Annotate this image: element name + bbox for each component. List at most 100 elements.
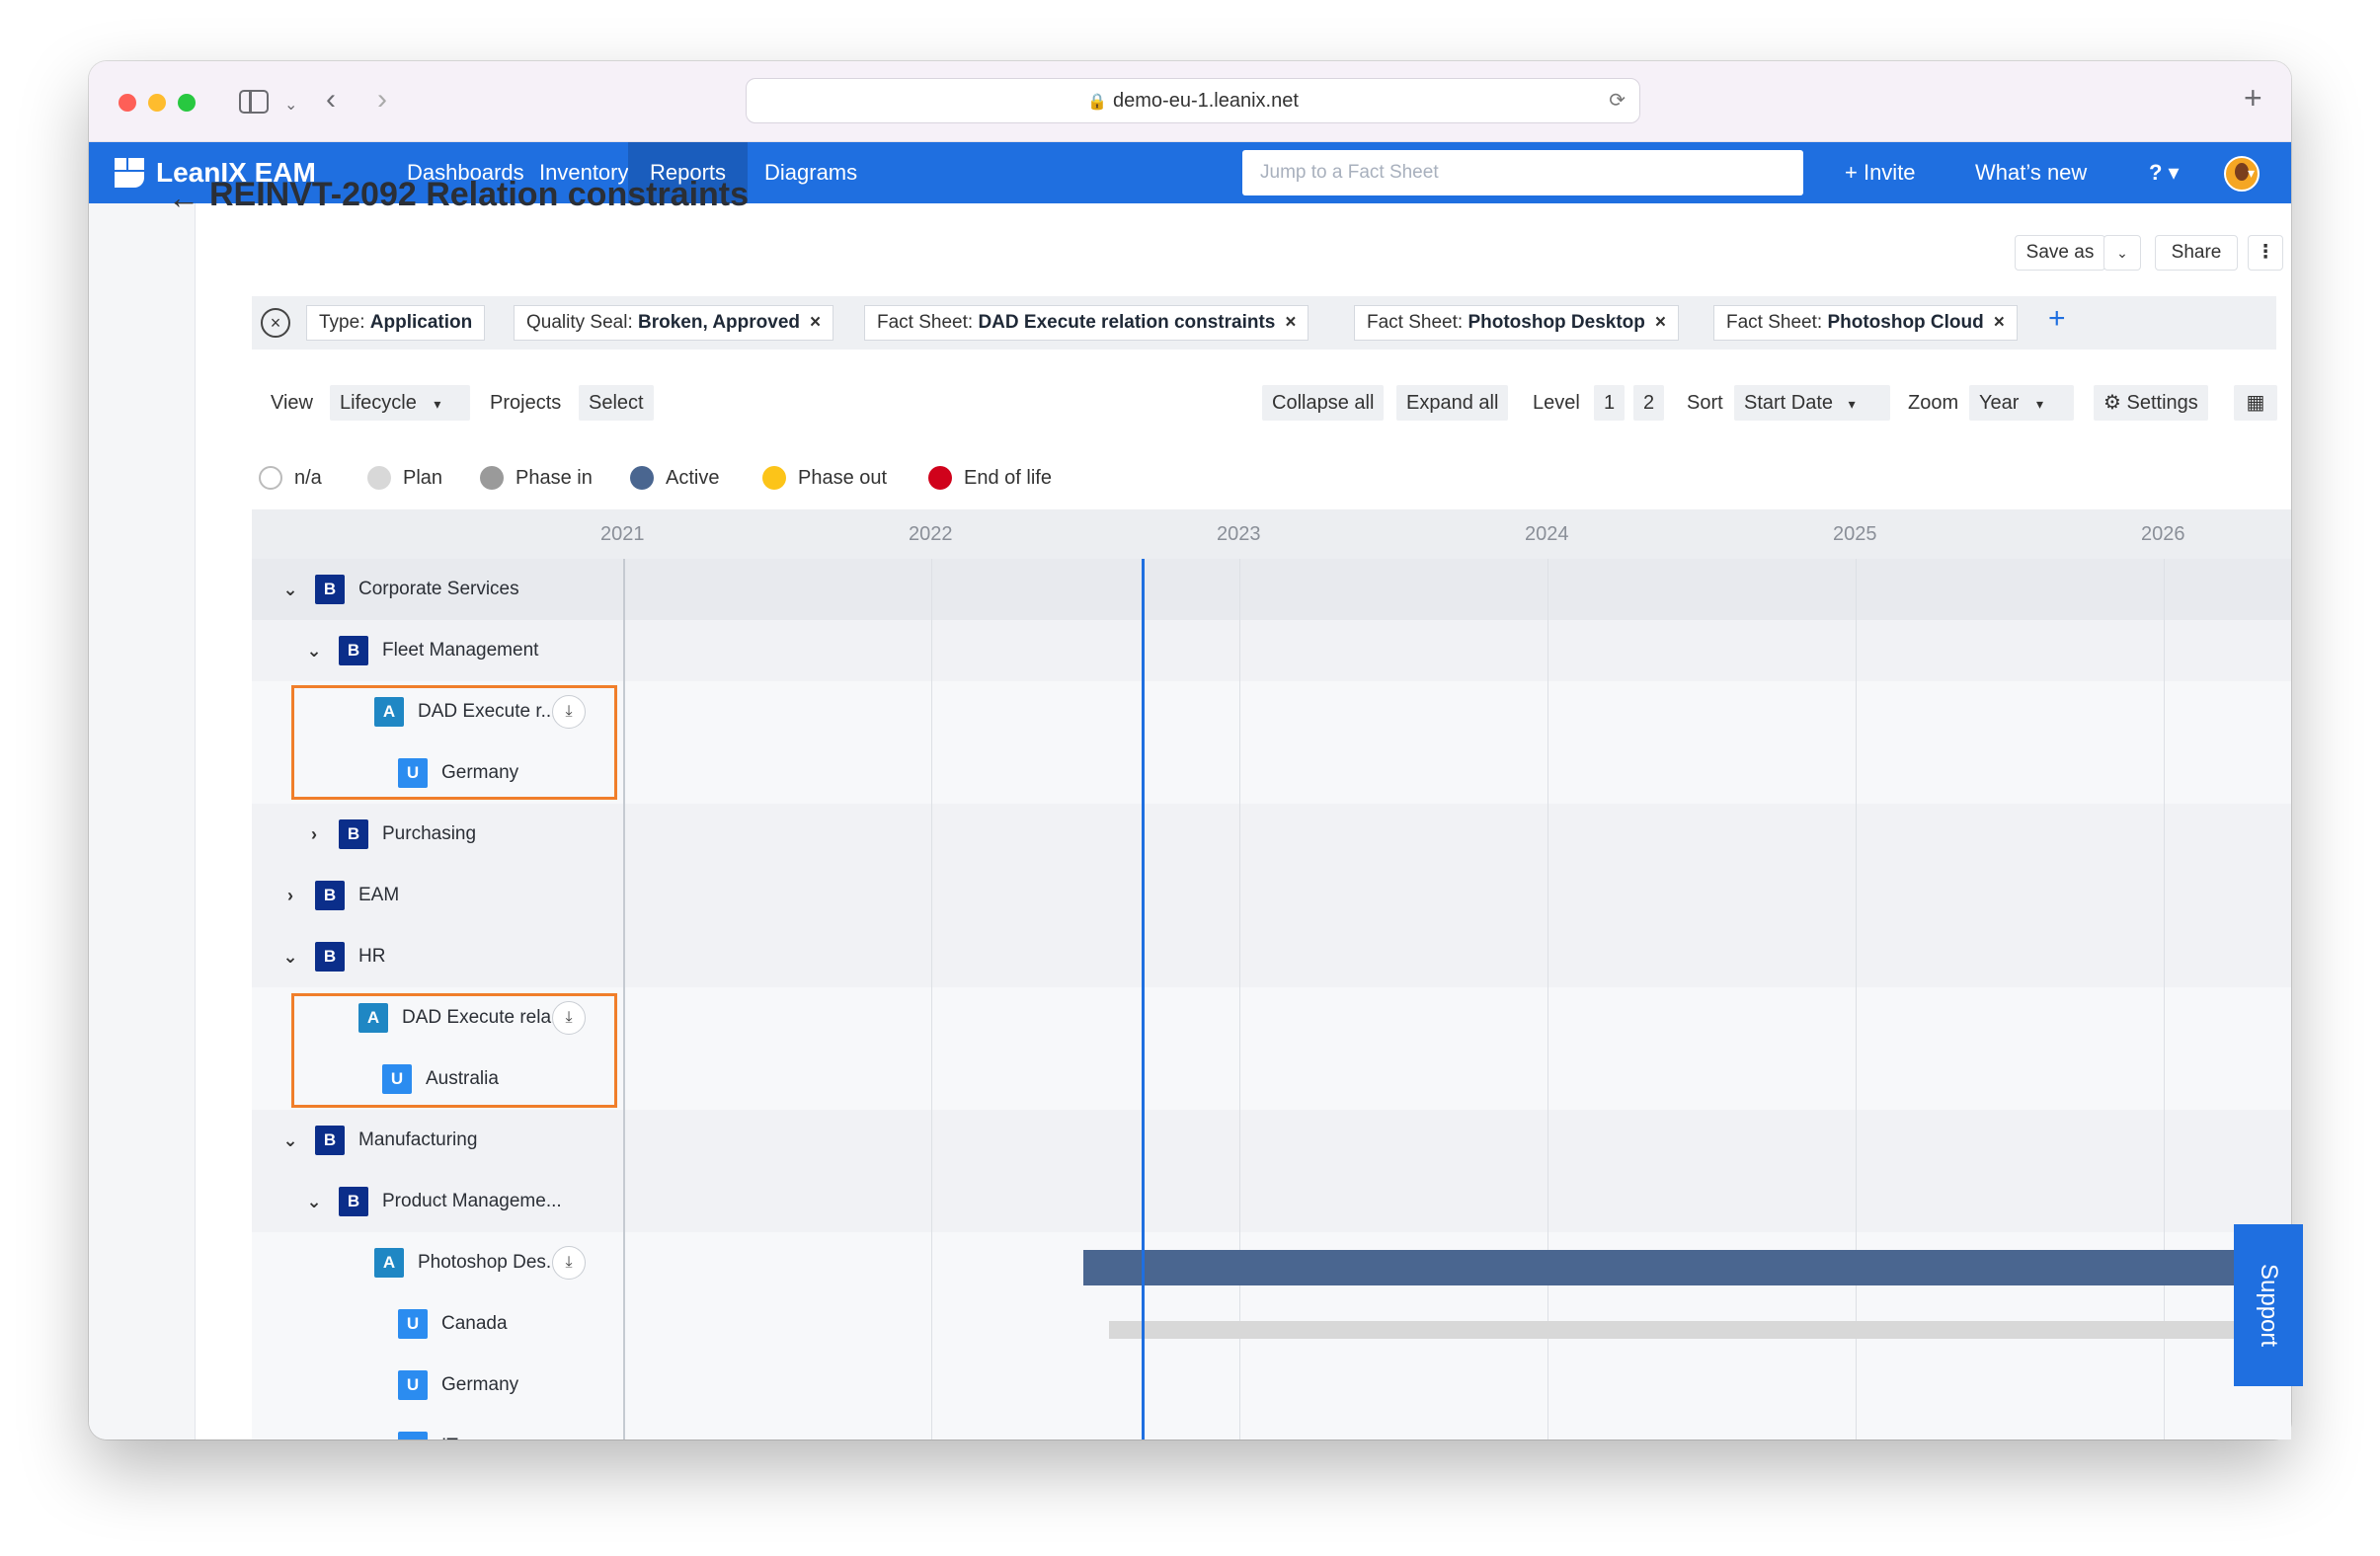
table-row[interactable]: ⌄ B Corporate Services bbox=[252, 559, 2291, 620]
sort-select[interactable]: Start Date ▾ bbox=[1734, 385, 1890, 421]
type-badge: B bbox=[315, 942, 345, 972]
chevron-down-icon: ▾ bbox=[2035, 396, 2044, 412]
row-label-text[interactable]: Purchasing bbox=[382, 823, 476, 845]
add-filter-icon[interactable]: + bbox=[2048, 302, 2066, 336]
filter-value: Broken, Approved bbox=[638, 312, 801, 333]
legend-phase-out: Phase out bbox=[762, 464, 887, 492]
forward-icon[interactable]: › bbox=[377, 85, 387, 115]
back-icon[interactable]: ‹ bbox=[326, 85, 336, 115]
gridline bbox=[1856, 559, 1857, 1439]
chevron-down-icon[interactable]: ⌄ bbox=[279, 947, 301, 968]
expand-all-button[interactable]: Expand all bbox=[1396, 385, 1509, 421]
jump-to-fact-sheet-input[interactable] bbox=[1242, 150, 1803, 195]
clear-filters-icon[interactable]: × bbox=[261, 308, 290, 338]
table-row[interactable]: ⌄ B Product Manageme... bbox=[252, 1171, 2291, 1232]
filter-chip-type[interactable]: Type: Application bbox=[306, 305, 486, 341]
share-button[interactable]: Share bbox=[2155, 235, 2238, 271]
legend-label: Plan bbox=[403, 466, 443, 489]
row-label-text[interactable]: HR bbox=[358, 946, 385, 968]
more-options-icon[interactable]: ⋮ bbox=[2248, 235, 2283, 271]
filter-value: DAD Execute relation constraints bbox=[978, 312, 1276, 333]
row-label: ⌄ B Corporate Services bbox=[279, 559, 519, 620]
close-window-button[interactable] bbox=[119, 94, 136, 112]
help-icon[interactable]: ? ▾ bbox=[2127, 142, 2201, 203]
legend-dot bbox=[630, 466, 654, 490]
remove-filter-icon[interactable]: × bbox=[1285, 312, 1296, 333]
invite-button[interactable]: + Invite bbox=[1823, 142, 1938, 203]
save-as-dropdown-chevron-icon[interactable]: ⌄ bbox=[2103, 235, 2141, 271]
legend-phase-in: Phase in bbox=[480, 464, 593, 492]
chevron-down-icon[interactable]: ⌄ bbox=[279, 1130, 301, 1151]
remove-filter-icon[interactable]: × bbox=[1994, 312, 2005, 333]
minimize-window-button[interactable] bbox=[148, 94, 166, 112]
save-as-button[interactable]: Save as bbox=[2015, 235, 2105, 271]
filter-chip-fact-sheet-photoshop-cloud[interactable]: Fact Sheet: Photoshop Cloud × bbox=[1713, 305, 2018, 341]
type-badge: A bbox=[374, 1248, 404, 1278]
table-row[interactable]: ⌄ B Fleet Management bbox=[252, 620, 2291, 681]
projects-select[interactable]: Select bbox=[579, 385, 654, 421]
filter-chip-quality-seal[interactable]: Quality Seal: Broken, Approved × bbox=[514, 305, 834, 341]
level-label: Level bbox=[1533, 392, 1580, 414]
gridline bbox=[931, 559, 932, 1439]
row-label-text[interactable]: IT bbox=[441, 1436, 458, 1439]
maximize-window-button[interactable] bbox=[178, 94, 196, 112]
filter-value: Photoshop Desktop bbox=[1468, 312, 1645, 333]
row-label: U Germany bbox=[362, 1355, 518, 1416]
relation-info-icon[interactable]: ⤓ bbox=[552, 1246, 586, 1280]
filter-chip-fact-sheet-dad[interactable]: Fact Sheet: DAD Execute relation constra… bbox=[864, 305, 1309, 341]
level-1-button[interactable]: 1 bbox=[1594, 385, 1626, 421]
chevron-right-icon[interactable]: › bbox=[303, 824, 325, 845]
support-tab[interactable]: Support bbox=[2234, 1224, 2303, 1386]
filter-value: Photoshop Cloud bbox=[1827, 312, 1984, 333]
lifecycle-bar-plan[interactable] bbox=[1109, 1321, 2291, 1339]
settings-button[interactable]: ⚙ Settings bbox=[2094, 385, 2208, 421]
nav-diagrams[interactable]: Diagrams bbox=[743, 142, 879, 203]
legend-label: Phase in bbox=[516, 466, 593, 489]
new-tab-icon[interactable]: + bbox=[2244, 82, 2262, 114]
whats-new-link[interactable]: What’s new bbox=[1953, 142, 2108, 203]
table-row[interactable]: ⌄ B HR bbox=[252, 926, 2291, 987]
type-badge: U bbox=[398, 1370, 428, 1400]
remove-filter-icon[interactable]: × bbox=[1655, 312, 1666, 333]
table-row[interactable]: › B EAM bbox=[252, 865, 2291, 926]
chevron-down-icon[interactable]: ⌄ bbox=[284, 93, 297, 118]
avatar-chevron-down-icon[interactable]: ▾ bbox=[2248, 142, 2255, 203]
table-row[interactable]: U Germany bbox=[252, 1355, 2291, 1416]
table-row[interactable]: U IT bbox=[252, 1416, 2291, 1439]
row-label-text[interactable]: Manufacturing bbox=[358, 1129, 477, 1151]
row-label-text[interactable]: Photoshop Des... bbox=[418, 1252, 562, 1274]
table-row[interactable]: › B Purchasing bbox=[252, 804, 2291, 865]
row-label-text[interactable]: Product Manageme... bbox=[382, 1191, 562, 1212]
chevron-right-icon[interactable]: › bbox=[279, 886, 301, 906]
legend-dot bbox=[259, 466, 282, 490]
zoom-select[interactable]: Year ▾ bbox=[1969, 385, 2074, 421]
filter-key: Fact Sheet: bbox=[1726, 312, 1823, 333]
sidebar-toggle-icon[interactable] bbox=[239, 90, 269, 114]
collapse-all-button[interactable]: Collapse all bbox=[1262, 385, 1385, 421]
row-label-text[interactable]: Corporate Services bbox=[358, 579, 519, 600]
leanix-logo-icon bbox=[115, 158, 144, 188]
table-row[interactable]: ⌄ B Manufacturing bbox=[252, 1110, 2291, 1171]
row-label-text[interactable]: EAM bbox=[358, 885, 399, 906]
level-2-button[interactable]: 2 bbox=[1633, 385, 1665, 421]
row-label-text[interactable]: Germany bbox=[441, 1374, 518, 1396]
filter-chip-fact-sheet-photoshop-desktop[interactable]: Fact Sheet: Photoshop Desktop × bbox=[1354, 305, 1680, 341]
lifecycle-bar-active[interactable] bbox=[1083, 1250, 2291, 1285]
view-select[interactable]: Lifecycle ▾ bbox=[330, 385, 470, 421]
table-view-icon[interactable]: ▦ bbox=[2234, 385, 2277, 421]
address-bar[interactable]: 🔒 demo-eu-1.leanix.net ⟳ bbox=[746, 78, 1640, 123]
year-2024: 2024 bbox=[1525, 523, 1569, 545]
legend-label: End of life bbox=[964, 466, 1052, 489]
row-label-text[interactable]: Fleet Management bbox=[382, 640, 538, 661]
reload-icon[interactable]: ⟳ bbox=[1609, 79, 1626, 122]
chevron-down-icon[interactable]: ⌄ bbox=[279, 580, 301, 600]
url-text: demo-eu-1.leanix.net bbox=[1113, 90, 1299, 112]
type-badge: B bbox=[339, 1187, 368, 1216]
type-badge: U bbox=[398, 1309, 428, 1339]
remove-filter-icon[interactable]: × bbox=[810, 312, 821, 333]
row-label-text[interactable]: Canada bbox=[441, 1313, 508, 1335]
chevron-down-icon[interactable]: ⌄ bbox=[303, 1192, 325, 1212]
back-arrow-icon[interactable]: ← bbox=[168, 180, 199, 216]
legend-label: Active bbox=[666, 466, 720, 489]
chevron-down-icon[interactable]: ⌄ bbox=[303, 641, 325, 661]
